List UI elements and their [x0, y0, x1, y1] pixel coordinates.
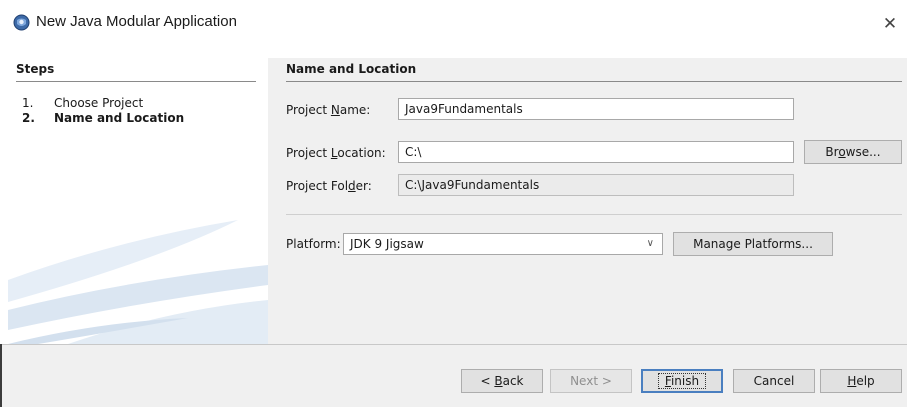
label-mnemonic: N: [330, 103, 340, 117]
netbeans-watermark-graphic: [8, 220, 268, 344]
chevron-down-icon: ∨: [646, 238, 654, 249]
project-name-field[interactable]: Java9Fundamentals: [398, 98, 794, 120]
step-label: Name and Location: [54, 111, 185, 125]
label-text: Project Fol: [286, 179, 349, 193]
step-number: 2.: [22, 111, 35, 125]
step-item-name-and-location: 2. Name and Location: [22, 111, 184, 125]
project-location-field[interactable]: C:\: [398, 141, 794, 163]
java-cup-icon: [13, 14, 30, 31]
platform-selected-value: JDK 9 Jigsaw: [350, 237, 424, 251]
button-mnemonic: o: [838, 145, 846, 159]
steps-title: Steps: [16, 62, 55, 76]
project-location-label: Project Location:: [286, 146, 386, 160]
label-text: Project: [286, 103, 331, 117]
platform-label: Platform:: [286, 237, 341, 251]
title-bar: New Java Modular Application ✕: [0, 0, 907, 48]
step-label: Choose Project: [54, 96, 144, 110]
help-button[interactable]: Help: [820, 369, 902, 393]
label-text: er:: [355, 179, 372, 193]
back-button[interactable]: < Back: [461, 369, 543, 393]
browse-button[interactable]: Browse...: [804, 140, 902, 164]
label-text: ocation:: [337, 146, 386, 160]
close-icon[interactable]: ✕: [876, 10, 904, 38]
step-item-choose-project: 1. Choose Project: [22, 96, 143, 110]
finish-button[interactable]: Finish: [641, 369, 723, 393]
button-text: <: [480, 374, 495, 388]
cancel-button[interactable]: Cancel: [733, 369, 815, 393]
steps-divider: [16, 81, 256, 82]
button-text: ack: [502, 374, 524, 388]
focus-ring: Finish: [657, 373, 707, 389]
button-text: Br: [825, 145, 839, 159]
section-divider: [286, 81, 902, 82]
label-text: Project: [286, 146, 331, 160]
label-mnemonic: d: [348, 179, 356, 193]
button-text: wse...: [845, 145, 881, 159]
section-title: Name and Location: [286, 62, 417, 76]
manage-platforms-button[interactable]: Manage Platforms...: [673, 232, 833, 256]
platform-select[interactable]: JDK 9 Jigsaw ∨: [343, 233, 663, 255]
button-text: inish: [670, 374, 700, 388]
button-mnemonic: H: [847, 374, 857, 388]
button-text: elp: [856, 374, 875, 388]
step-number: 1.: [22, 96, 34, 110]
next-button[interactable]: Next >: [550, 369, 632, 393]
project-folder-field: C:\Java9Fundamentals: [398, 174, 794, 196]
label-text: ame:: [339, 103, 371, 117]
project-name-label: Project Name:: [286, 103, 370, 117]
project-folder-label: Project Folder:: [286, 179, 372, 193]
button-mnemonic: B: [494, 374, 503, 388]
window-title: New Java Modular Application: [36, 13, 237, 30]
window-edge: [0, 344, 2, 407]
form-separator: [286, 214, 902, 215]
